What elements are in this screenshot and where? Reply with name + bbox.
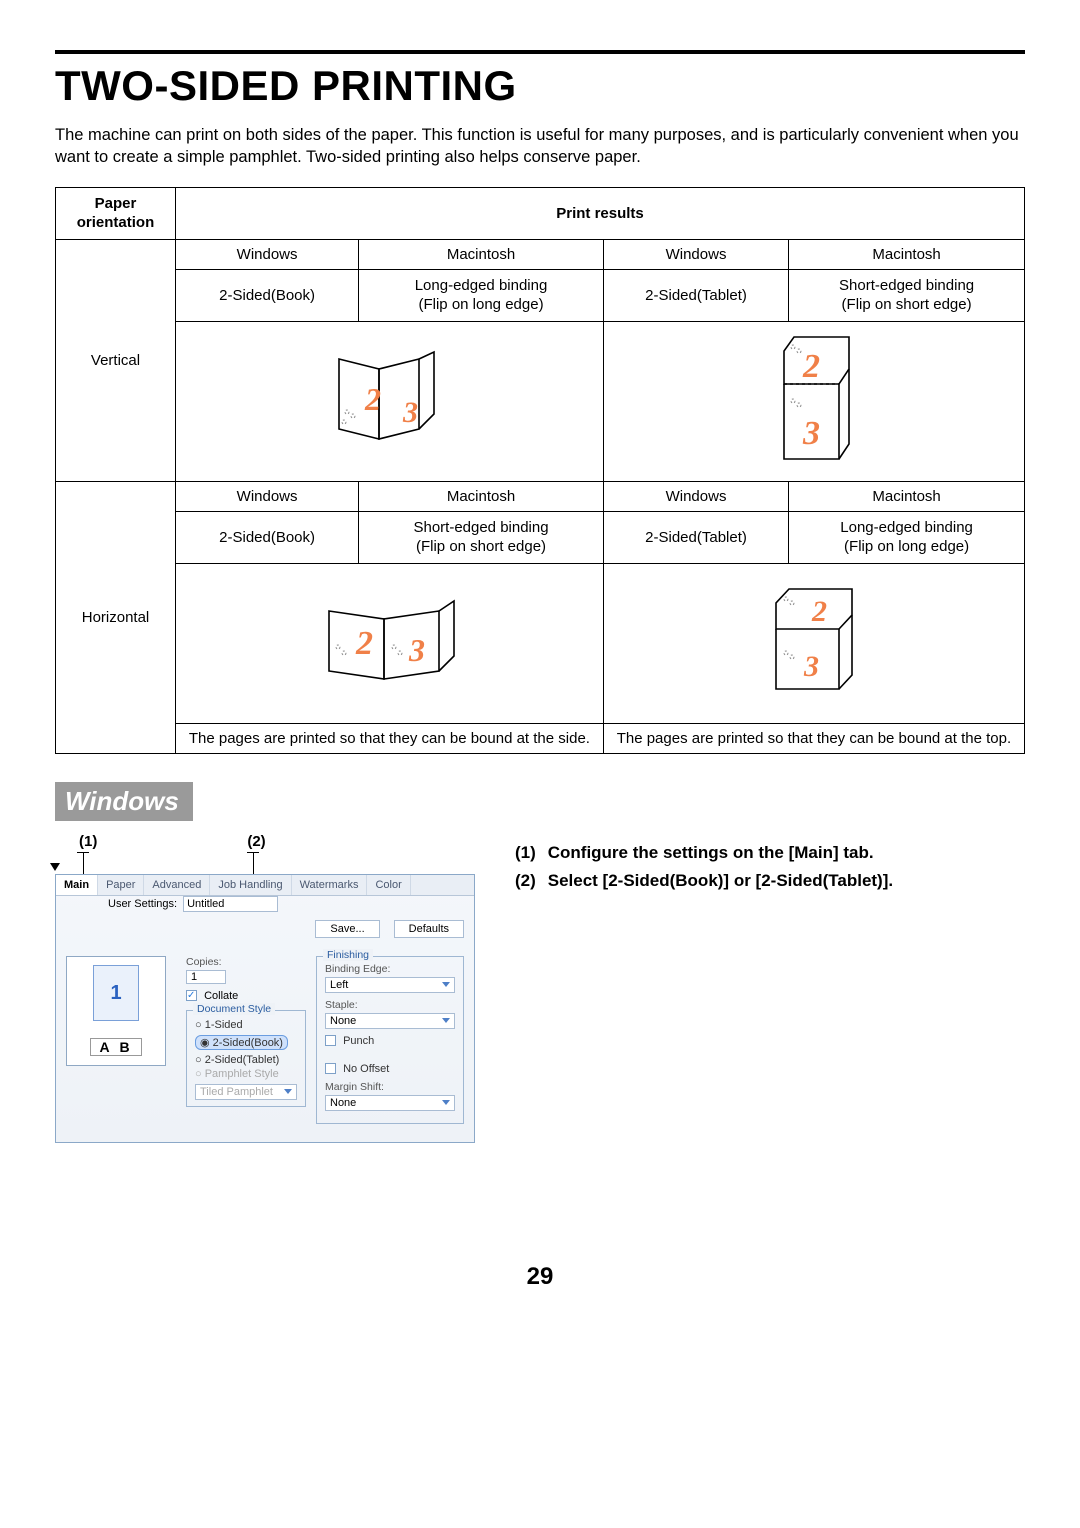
book-open-icon: 2 3 [319,344,459,458]
tab-paper[interactable]: Paper [98,875,144,895]
os-mac: Macintosh [447,488,515,505]
copies-label: Copies: [186,956,306,968]
orient-vertical: Vertical [91,352,140,369]
desc-bound-top: The pages are printed so that they can b… [617,730,1011,747]
ds-1sided[interactable]: ○ 1-Sided [195,1019,297,1031]
os-win: Windows [666,246,727,263]
preview-ab-icon: A B [90,1038,141,1056]
ds-2sided-book[interactable]: ◉ 2-Sided(Book) [195,1035,288,1050]
desc-bound-side: The pages are printed so that they can b… [189,730,590,747]
tab-main[interactable]: Main [56,875,98,895]
svg-text:3: 3 [402,396,418,429]
vert-win-tablet: 2-Sided(Tablet) [645,287,747,304]
svg-text:3: 3 [802,415,820,452]
horiz-win-book: 2-Sided(Book) [219,529,315,546]
horiz-win-tablet: 2-Sided(Tablet) [645,529,747,546]
book-open-landscape-icon: 2 3 [314,678,464,695]
vert-mac-book-l1: Long-edged binding [415,277,548,294]
callout-1: (1) [79,833,97,850]
section-rule [55,50,1025,54]
ds-2sided-tablet[interactable]: ○ 2-Sided(Tablet) [195,1054,297,1066]
vert-win-book: 2-Sided(Book) [219,287,315,304]
tab-color[interactable]: Color [367,875,410,895]
user-settings-input[interactable] [183,896,278,912]
collate-checkbox[interactable]: Collate [186,990,238,1002]
chevron-down-icon [284,1089,292,1094]
tab-advanced[interactable]: Advanced [144,875,210,895]
tab-job-handling[interactable]: Job Handling [210,875,291,895]
dialog-tabs: Main Paper Advanced Job Handling Waterma… [56,875,474,896]
os-win: Windows [666,488,727,505]
instruction-steps: (1) Configure the settings on the [Main]… [515,839,893,897]
chevron-down-icon [442,1018,450,1023]
tiled-pamphlet-dropdown[interactable]: Tiled Pamphlet [195,1084,297,1100]
step-1-num: (1) [515,839,543,868]
checkbox-icon [186,990,197,1001]
step-2-text: Select [2-Sided(Book)] or [2-Sided(Table… [548,871,893,890]
notepad-flip-landscape-icon: 2 3 [764,688,864,705]
os-win: Windows [237,488,298,505]
vert-mac-book-l2: (Flip on long edge) [418,296,543,313]
svg-text:2: 2 [355,625,373,662]
horiz-mac-book-l2: (Flip on short edge) [416,538,546,555]
print-results-table: Paper orientation Print results Vertical… [55,187,1025,754]
binding-edge-label: Binding Edge: [325,963,455,975]
th-orientation: Paper orientation [77,195,155,232]
svg-text:3: 3 [408,632,425,668]
no-offset-checkbox[interactable]: No Offset [325,1063,455,1075]
margin-shift-dropdown[interactable]: None [325,1095,455,1111]
checkbox-icon [325,1035,336,1046]
svg-text:2: 2 [811,595,827,628]
os-mac: Macintosh [872,488,940,505]
horiz-mac-tab-l1: Long-edged binding [840,519,973,536]
intro-text: The machine can print on both sides of t… [55,124,1025,169]
svg-text:2: 2 [802,348,820,385]
th-results: Print results [556,205,644,222]
step-2-num: (2) [515,867,543,896]
os-win: Windows [237,246,298,263]
copies-input[interactable]: 1 [186,970,226,984]
svg-text:2: 2 [364,381,381,417]
user-settings-label: User Settings: [108,898,177,910]
page-title: TWO-SIDED PRINTING [55,62,1025,110]
windows-section-badge: Windows [55,782,193,821]
save-button[interactable]: Save... [315,920,379,938]
document-style-label: Document Style [193,1003,275,1015]
margin-shift-label: Margin Shift: [325,1081,455,1093]
checkbox-icon [325,1063,336,1074]
tab-watermarks[interactable]: Watermarks [292,875,368,895]
chevron-down-icon [442,982,450,987]
print-dialog-screenshot: Main Paper Advanced Job Handling Waterma… [55,874,475,1143]
step-1-text: Configure the settings on the [Main] tab… [548,843,874,862]
horiz-mac-tab-l2: (Flip on long edge) [844,538,969,555]
chevron-down-icon [442,1100,450,1105]
preview-sheet: 1 [93,965,139,1021]
horiz-mac-book-l1: Short-edged binding [413,519,548,536]
vert-mac-tab-l2: (Flip on short edge) [842,296,972,313]
page-number: 29 [55,1263,1025,1291]
staple-dropdown[interactable]: None [325,1013,455,1029]
binding-edge-dropdown[interactable]: Left [325,977,455,993]
callout-2: (2) [247,833,265,850]
callout-lines [79,852,475,874]
defaults-button[interactable]: Defaults [394,920,464,938]
staple-label: Staple: [325,999,455,1011]
orient-horizontal: Horizontal [82,609,150,626]
os-mac: Macintosh [447,246,515,263]
finishing-label: Finishing [323,949,373,961]
svg-text:3: 3 [803,650,819,683]
notepad-flip-icon: 2 3 [769,456,859,473]
punch-checkbox[interactable]: Punch [325,1035,455,1047]
ds-pamphlet[interactable]: ○ Pamphlet Style [195,1068,297,1080]
vert-mac-tab-l1: Short-edged binding [839,277,974,294]
os-mac: Macintosh [872,246,940,263]
paper-preview: 1 A B [66,956,166,1066]
